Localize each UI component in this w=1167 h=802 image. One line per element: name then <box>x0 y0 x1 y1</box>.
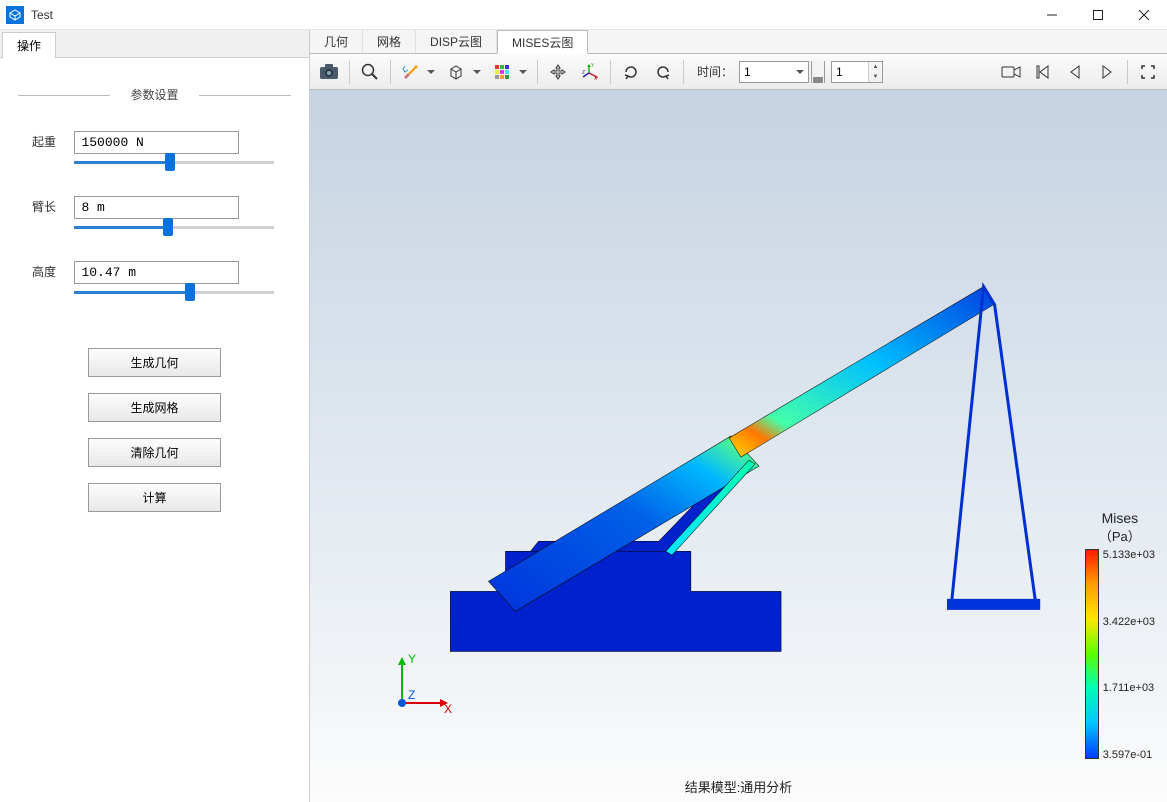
sidebar-tab-operation[interactable]: 操作 <box>2 32 56 58</box>
param-arm-input[interactable] <box>74 196 239 219</box>
param-lift-label: 起重 <box>32 133 70 150</box>
step-spinner-input[interactable] <box>832 62 868 82</box>
svg-text:X: X <box>444 702 452 716</box>
brush-dropdown[interactable] <box>396 58 440 86</box>
window-maximize-button[interactable] <box>1075 0 1121 30</box>
svg-text:Z: Z <box>408 688 415 702</box>
tab-geometry[interactable]: 几何 <box>310 30 363 53</box>
window-title: Test <box>31 8 53 22</box>
record-button[interactable] <box>996 58 1026 86</box>
param-height-input[interactable] <box>74 261 239 284</box>
generate-geometry-button[interactable]: 生成几何 <box>88 348 221 377</box>
tab-disp-contour[interactable]: DISP云图 <box>416 30 497 53</box>
svg-text:Z: Z <box>582 70 585 76</box>
clear-geometry-button[interactable]: 清除几何 <box>88 438 221 467</box>
param-arm-slider[interactable] <box>74 225 274 231</box>
step-spinner[interactable]: ▲▼ <box>831 61 883 83</box>
param-arm-label: 臂长 <box>32 198 70 215</box>
generate-mesh-button[interactable]: 生成网格 <box>88 393 221 422</box>
colorbar-tick-max: 5.133e+03 <box>1103 549 1155 561</box>
rotate-cw-button[interactable] <box>616 58 646 86</box>
colorbar-tick-min: 3.597e-01 <box>1103 749 1155 761</box>
skip-start-button[interactable] <box>1028 58 1058 86</box>
colorbar-tick: 1.711e+03 <box>1103 682 1155 694</box>
param-height-slider[interactable] <box>74 290 274 296</box>
play-button[interactable] <box>1092 58 1122 86</box>
colorbar-gradient <box>1085 549 1099 759</box>
time-select[interactable]: 1 <box>739 61 809 83</box>
pan-button[interactable] <box>543 58 573 86</box>
colormap-dropdown[interactable] <box>488 58 532 86</box>
axis-orientation-button[interactable]: Y X Z <box>575 58 605 86</box>
svg-text:Y: Y <box>591 63 595 69</box>
viewport-status-text: 结果模型:通用分析 <box>685 777 793 796</box>
parameters-section-title: 参数设置 <box>18 86 291 103</box>
content-tabs: 几何 网格 DISP云图 MISES云图 <box>310 30 1167 54</box>
app-icon <box>6 6 24 24</box>
svg-text:X: X <box>594 76 598 81</box>
svg-text:Y: Y <box>408 652 416 666</box>
param-lift: 起重 <box>18 131 291 166</box>
step-back-button[interactable] <box>1060 58 1090 86</box>
colorbar-tick: 3.422e+03 <box>1103 616 1155 628</box>
screenshot-button[interactable] <box>314 58 344 86</box>
tab-mesh[interactable]: 网格 <box>363 30 416 53</box>
step-down-icon[interactable]: ▼ <box>869 72 882 82</box>
rotate-ccw-button[interactable] <box>648 58 678 86</box>
viewport-toolbar: Y X Z 时间： 1 ▲▼ <box>310 54 1167 90</box>
window-close-button[interactable] <box>1121 0 1167 30</box>
param-lift-input[interactable] <box>74 131 239 154</box>
viewport-3d[interactable]: Y X Z 结果模型:通用分析 Mises （Pa） 5.133e+03 3.4… <box>310 90 1167 802</box>
param-arm: 臂长 <box>18 196 291 231</box>
tab-mises-contour[interactable]: MISES云图 <box>497 30 588 54</box>
colorbar: Mises （Pa） 5.133e+03 3.422e+03 1.711e+03… <box>1085 510 1155 761</box>
param-lift-slider[interactable] <box>74 160 274 166</box>
zoom-button[interactable] <box>355 58 385 86</box>
sidebar: 操作 参数设置 起重 臂长 高度 <box>0 30 310 802</box>
time-label: 时间： <box>697 63 733 80</box>
fullscreen-button[interactable] <box>1133 58 1163 86</box>
window-minimize-button[interactable] <box>1029 0 1075 30</box>
cube-dropdown[interactable] <box>442 58 486 86</box>
colorbar-unit: （Pa） <box>1085 526 1155 545</box>
time-slider[interactable] <box>811 61 825 83</box>
step-up-icon[interactable]: ▲ <box>869 62 882 72</box>
axis-gizmo: Y X Z <box>388 647 458 722</box>
title-bar: Test <box>0 0 1167 30</box>
param-height-label: 高度 <box>32 263 70 280</box>
calculate-button[interactable]: 计算 <box>88 483 221 512</box>
param-height: 高度 <box>18 261 291 296</box>
colorbar-title: Mises <box>1085 510 1155 526</box>
